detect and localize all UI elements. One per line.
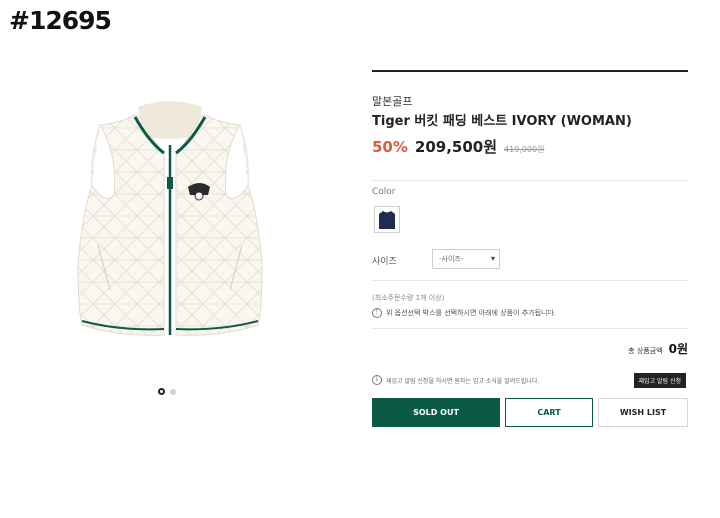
- min-quantity-note: (최소주문수량 1개 이상): [372, 294, 445, 302]
- restock-note: i 재입고 알림 신청을 하시면 원하는 입고 소식을 알려드립니다.: [372, 375, 539, 385]
- gallery-pagination: [158, 388, 176, 395]
- sold-out-button[interactable]: SOLD OUT: [372, 398, 500, 427]
- option-notice-text: 위 옵션선택 박스를 선택하시면 아래에 상품이 추가됩니다.: [386, 309, 557, 317]
- product-image[interactable]: [60, 95, 280, 355]
- info-icon: !: [372, 308, 382, 318]
- gallery-dot[interactable]: [170, 388, 176, 395]
- gallery-dot-active[interactable]: [158, 388, 165, 395]
- product-title: Tiger 버킷 패딩 베스트 IVORY (WOMAN): [372, 114, 632, 129]
- divider: [372, 70, 688, 72]
- chevron-down-icon: ▾: [490, 254, 495, 263]
- size-select[interactable]: -사이즈- ▾: [432, 249, 500, 269]
- divider: [372, 280, 688, 281]
- brand-name[interactable]: 말본골프: [372, 93, 412, 109]
- total-price: 총 상품금액 0원: [628, 340, 688, 357]
- restock-alert-button[interactable]: 재입고 알림 신청: [633, 373, 686, 388]
- original-price: 419,000원: [504, 145, 545, 154]
- color-label: Color: [372, 187, 396, 197]
- vest-illustration: [77, 101, 263, 336]
- wish-list-button[interactable]: WISH LIST: [598, 398, 688, 427]
- total-value: 0원: [668, 342, 688, 356]
- info-icon: i: [372, 375, 382, 385]
- color-swatch-navy[interactable]: [374, 206, 400, 233]
- price-row: 50% 209,500원 419,000원: [372, 136, 544, 157]
- size-label: 사이즈: [372, 257, 397, 267]
- page-id-label: #12695: [9, 6, 112, 35]
- discount-rate: 50%: [372, 138, 408, 156]
- size-select-value: -사이즈-: [439, 255, 464, 263]
- cart-button[interactable]: CART: [505, 398, 593, 427]
- divider: [372, 328, 688, 329]
- sale-price: 209,500원: [414, 138, 498, 156]
- option-notice: ! 위 옵션선택 박스를 선택하시면 아래에 상품이 추가됩니다.: [372, 308, 556, 318]
- divider: [372, 180, 688, 181]
- action-buttons: SOLD OUT CART WISH LIST: [372, 398, 688, 427]
- restock-note-text: 재입고 알림 신청을 하시면 원하는 입고 소식을 알려드립니다.: [386, 377, 540, 385]
- vest-swatch-icon: [379, 210, 395, 229]
- total-label: 총 상품금액: [628, 347, 663, 355]
